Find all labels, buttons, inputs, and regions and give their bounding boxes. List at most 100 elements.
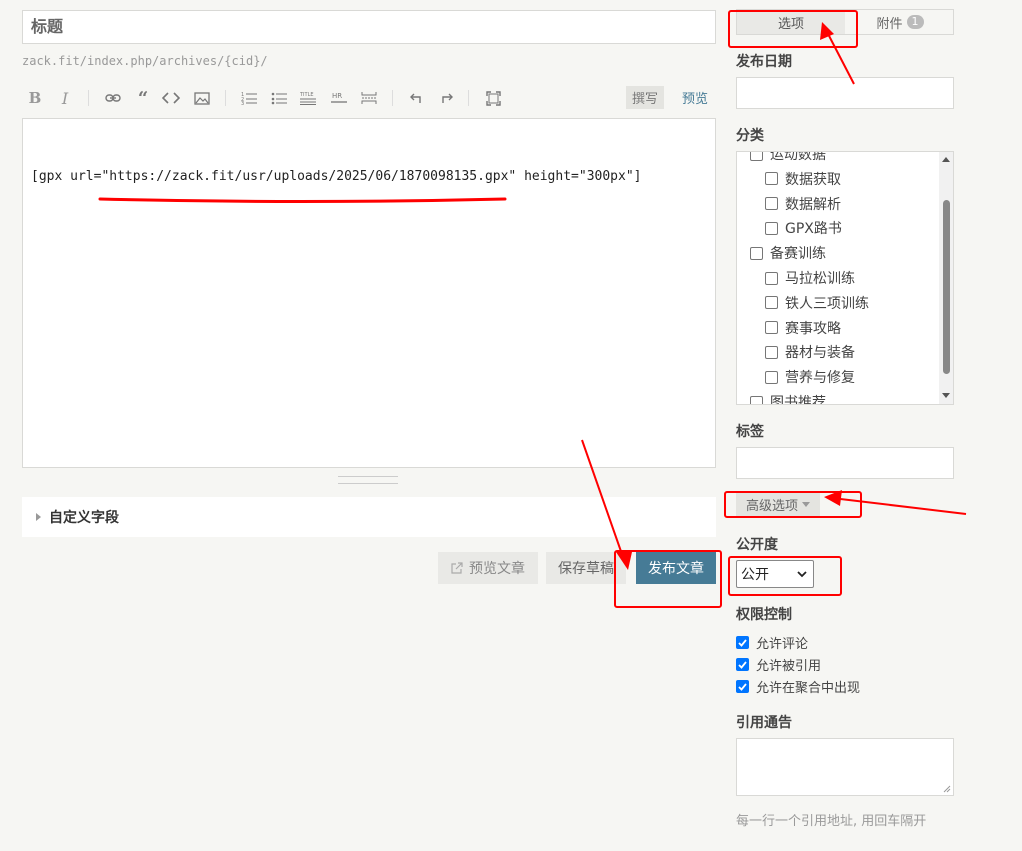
category-item-label: 马拉松训练 (785, 271, 855, 287)
editor-toolbar: B I “ 123 TITLE HR 撰写 预览 (22, 86, 716, 110)
bold-button[interactable]: B (26, 88, 44, 108)
editor-content[interactable]: [gpx url="https://zack.fit/usr/uploads/2… (31, 169, 641, 184)
publish-button[interactable]: 发布文章 (636, 552, 716, 584)
category-checkbox[interactable] (765, 271, 778, 285)
category-item-label: 赛事攻略 (785, 320, 841, 337)
permission-checkbox[interactable] (736, 636, 749, 649)
category-item-label: 数据解析 (785, 196, 841, 213)
quote-icon[interactable]: “ (134, 88, 152, 109)
trackback-textarea[interactable] (736, 738, 954, 796)
check-icon (738, 682, 747, 691)
toolbar-divider (225, 90, 226, 106)
category-scrollbar[interactable] (939, 152, 953, 404)
code-icon[interactable] (162, 88, 180, 108)
toolbar-divider (88, 90, 89, 106)
horizontal-rule-icon[interactable]: HR (330, 88, 348, 108)
more-break-icon[interactable] (360, 88, 378, 108)
category-list[interactable]: 运动数据数据获取数据解析 GPX路书备赛训练马拉松训练铁人三项训练 赛事攻略器材与装… (736, 151, 954, 405)
tags-label: 标签 (736, 424, 764, 440)
content-editor[interactable]: [gpx url="https://zack.fit/usr/uploads/2… (22, 118, 716, 468)
category-item-label: GPX路书 (785, 221, 842, 238)
category-item[interactable]: 备赛训练 (750, 243, 826, 263)
category-item[interactable]: 数据解析 (765, 194, 841, 214)
svg-text:3: 3 (241, 101, 244, 105)
italic-button[interactable]: I (56, 88, 74, 108)
category-item[interactable]: 器材与装备 (765, 342, 855, 362)
undo-icon[interactable] (408, 88, 426, 108)
sidebar-tabs: 选项 附件 1 (736, 9, 954, 35)
chevron-down-icon (797, 571, 807, 578)
permission-item[interactable]: 允许被引用 (736, 655, 821, 674)
tab-attachments[interactable]: 附件 1 (846, 10, 954, 34)
advanced-options-label: 高级选项 (746, 498, 799, 514)
category-checkbox[interactable] (765, 221, 778, 235)
unordered-list-icon[interactable] (270, 88, 288, 108)
category-checkbox[interactable] (750, 395, 763, 404)
permission-label: 允许在聚合中出现 (756, 681, 861, 696)
save-draft-button[interactable]: 保存草稿 (546, 552, 626, 584)
category-item-label: 营养与修复 (785, 370, 855, 387)
permission-label: 允许被引用 (756, 659, 822, 674)
trackback-label: 引用通告 (736, 715, 792, 731)
check-icon (738, 638, 747, 647)
preview-article-button[interactable]: 预览文章 (438, 552, 538, 584)
category-item-label: 图书推荐 (770, 395, 826, 405)
redo-icon[interactable] (437, 88, 455, 108)
scroll-down-icon[interactable] (942, 393, 950, 398)
category-item[interactable]: 图书推荐 (750, 392, 826, 405)
link-icon[interactable] (104, 88, 122, 108)
category-item[interactable]: 赛事攻略 (765, 318, 841, 338)
custom-fields-toggle[interactable]: 自定义字段 (22, 497, 716, 537)
publish-date-input[interactable] (736, 77, 954, 109)
category-item[interactable]: 数据获取 (765, 169, 841, 189)
toolbar-divider (468, 90, 469, 106)
permalink: zack.fit/index.php/archives/{cid}/ (22, 54, 268, 68)
image-icon[interactable] (193, 88, 211, 108)
category-item-label: 备赛训练 (770, 246, 826, 263)
resize-grip-icon[interactable] (943, 785, 951, 793)
category-checkbox[interactable] (750, 246, 763, 260)
heading-icon[interactable]: TITLE (299, 88, 317, 108)
trackback-hint: 每一行一个引用地址, 用回车隔开 (736, 814, 927, 829)
category-item[interactable]: 运动数据 (750, 151, 826, 164)
tab-options[interactable]: 选项 (737, 10, 845, 34)
category-item[interactable]: 铁人三项训练 (765, 293, 869, 313)
scroll-thumb[interactable] (943, 200, 950, 374)
annotation-arrow-options (825, 29, 855, 85)
permission-checkbox[interactable] (736, 680, 749, 693)
category-item-label: 铁人三项训练 (785, 295, 869, 312)
category-checkbox[interactable] (765, 321, 778, 335)
category-item[interactable]: 营养与修复 (765, 367, 855, 387)
attachment-count-badge: 1 (906, 15, 924, 29)
visibility-select[interactable]: 公开 (736, 560, 814, 588)
category-checkbox[interactable] (765, 296, 778, 310)
ordered-list-icon[interactable]: 123 (240, 88, 258, 108)
category-checkbox[interactable] (765, 345, 778, 359)
permissions-label: 权限控制 (736, 607, 792, 623)
write-tab[interactable]: 撰写 (626, 86, 665, 109)
permission-item[interactable]: 允许在聚合中出现 (736, 677, 860, 696)
tags-input[interactable] (736, 447, 954, 479)
category-item[interactable]: GPX路书 (765, 218, 842, 238)
category-item-label: 运动数据 (770, 151, 826, 163)
preview-article-label: 预览文章 (469, 561, 525, 577)
category-checkbox[interactable] (750, 152, 763, 161)
category-checkbox[interactable] (765, 370, 778, 384)
permission-checkbox[interactable] (736, 658, 749, 671)
fullscreen-icon[interactable] (484, 88, 502, 108)
scroll-up-icon[interactable] (942, 157, 950, 162)
category-checkbox[interactable] (765, 172, 778, 186)
permission-item[interactable]: 允许评论 (736, 633, 808, 652)
category-checkbox[interactable] (765, 197, 778, 211)
category-item-label: 数据获取 (785, 171, 841, 188)
svg-text:HR: HR (332, 92, 342, 100)
caret-right-icon (36, 513, 41, 521)
tab-attachments-label: 附件 (876, 16, 903, 32)
category-label: 分类 (736, 128, 764, 144)
category-item[interactable]: 马拉松训练 (765, 268, 855, 288)
editor-resize-handle[interactable] (338, 476, 398, 484)
advanced-options-button[interactable]: 高级选项 (736, 492, 821, 516)
title-input[interactable]: 标题 (22, 10, 716, 44)
preview-tab[interactable]: 预览 (680, 86, 710, 109)
toolbar-divider (392, 90, 393, 106)
